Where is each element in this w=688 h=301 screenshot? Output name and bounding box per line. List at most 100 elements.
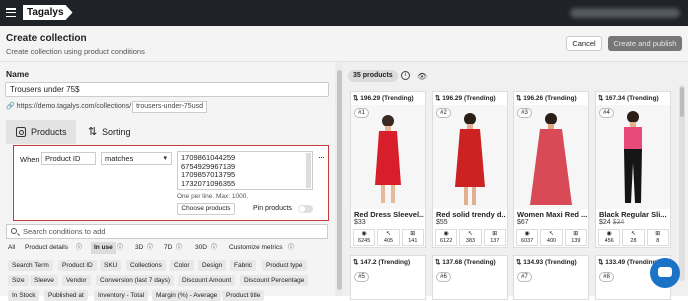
menu-icon[interactable]	[6, 8, 16, 18]
create-and-publish-button[interactable]: Create and publish	[608, 36, 682, 51]
filter-3d[interactable]: 3D	[135, 242, 143, 254]
cancel-button[interactable]: Cancel	[566, 36, 602, 51]
clicks-stat: ↖ 28	[622, 229, 645, 246]
product-card[interactable]: ⇅ 167.34 (Trending) #4 Black Regular Sli…	[595, 91, 671, 248]
trending-score-value: 167.34 (Trending)	[605, 95, 659, 102]
ids-hint: One per line. Max: 1000.	[177, 193, 249, 200]
product-card[interactable]: ⇅ 137.68 (Trending) #6	[432, 255, 508, 300]
filter-product-details[interactable]: Product details	[25, 242, 68, 254]
cursor-icon: ↖	[548, 231, 554, 237]
preview-scrollbar[interactable]	[679, 85, 685, 281]
condition-chip[interactable]: Search Term	[8, 260, 53, 271]
when-label: When	[20, 155, 40, 164]
page-subtitle: Create collection using product conditio…	[6, 47, 145, 56]
search-conditions-input[interactable]: Search conditions to add	[6, 224, 328, 239]
textarea-scrollbar[interactable]	[306, 153, 311, 188]
product-card[interactable]: ⇅ 196.29 (Trending) #2 Red solid trendy …	[432, 91, 508, 248]
product-preview-panel: 35 products i 👁 ⇅ 196.29 (Trending) #1 R…	[343, 62, 688, 300]
condition-chip[interactable]: Design	[198, 260, 227, 271]
filter-7d[interactable]: 7D	[164, 242, 172, 254]
account-name-blurred[interactable]	[570, 8, 680, 18]
tab-products[interactable]: Products	[6, 120, 76, 144]
trending-score: ⇅ 196.26 (Trending)	[516, 94, 577, 102]
filter-in-use[interactable]: In use	[91, 242, 116, 254]
info-icon[interactable]: ⓘ	[288, 242, 294, 254]
more-options-icon[interactable]: ···	[318, 152, 325, 162]
trending-score: ⇅ 134.93 (Trending)	[516, 258, 577, 266]
form-scroll-thumb[interactable]	[336, 70, 342, 290]
product-price: $55	[436, 219, 448, 226]
form-scrollbar[interactable]	[335, 62, 343, 296]
price-value: $24	[599, 219, 611, 226]
carts-stat: ⊞ 8	[646, 229, 669, 246]
carts-count: 137	[490, 238, 500, 244]
eye-icon: ◉	[524, 231, 530, 237]
product-ids-textarea[interactable]: 1709861044259 6754929967139 170985701379…	[177, 151, 313, 190]
tab-products-label: Products	[31, 127, 67, 137]
product-card[interactable]: ⇅ 196.29 (Trending) #1 Red Dress Sleevel…	[350, 91, 426, 248]
condition-operator-select[interactable]: matches ▾	[101, 152, 172, 165]
url-slug-input[interactable]: trousers-under-75usd	[132, 101, 207, 113]
condition-chip[interactable]: Product type	[262, 260, 307, 271]
carts-stat: ⊞ 141	[401, 229, 424, 246]
tab-sorting[interactable]: ⇅ Sorting	[88, 120, 131, 144]
products-icon	[16, 127, 26, 137]
trending-score: ⇅ 137.68 (Trending)	[435, 258, 496, 266]
condition-chip[interactable]: Collections	[126, 260, 166, 271]
product-image	[433, 105, 507, 209]
condition-chip[interactable]: Product ID	[58, 260, 97, 271]
info-icon[interactable]: ⓘ	[211, 242, 217, 254]
condition-chip[interactable]: Size	[8, 275, 29, 286]
product-name: Women Maxi Red ...	[517, 210, 587, 219]
info-icon[interactable]: ⓘ	[117, 242, 123, 254]
condition-chip[interactable]: Color	[170, 260, 194, 271]
pin-products-toggle[interactable]	[298, 205, 313, 213]
price-value: $55	[436, 219, 448, 226]
product-id-line: 1732071096355	[181, 178, 236, 188]
eye-icon: ◉	[443, 231, 449, 237]
clicks-count: 400	[546, 238, 557, 244]
carts-count: 8	[656, 238, 660, 244]
position-badge: #7	[517, 272, 532, 282]
filter-30d[interactable]: 30D	[195, 242, 207, 254]
app-logo[interactable]: Tagalys	[23, 5, 73, 20]
sort-arrows-icon: ⇅	[88, 126, 98, 138]
position-badge: #8	[599, 272, 614, 282]
original-price: $34	[612, 219, 625, 226]
cart-icon: ⊞	[655, 231, 661, 237]
info-icon[interactable]: ⓘ	[176, 242, 182, 254]
condition-chip[interactable]: Fabric	[230, 260, 257, 271]
search-placeholder: Search conditions to add	[23, 227, 106, 236]
info-icon[interactable]: i	[401, 71, 410, 80]
chat-bubble-icon[interactable]	[650, 258, 680, 288]
condition-chip[interactable]: Vendor	[62, 275, 91, 286]
trending-score: ⇅ 196.29 (Trending)	[353, 94, 414, 102]
product-stats: ◉ 6122 ↖ 383 ⊞ 137	[435, 229, 506, 246]
product-price: $24 $34	[599, 219, 624, 226]
condition-field-select[interactable]: Product ID	[41, 152, 96, 165]
eye-icon[interactable]: 👁	[417, 72, 427, 81]
product-count-badge: 35 products	[348, 70, 398, 82]
chevron-down-icon: ▾	[163, 155, 167, 162]
product-stats: ◉ 6245 ↖ 405 ⊞ 141	[353, 229, 424, 246]
name-label: Name	[6, 69, 30, 79]
name-input[interactable]: Trousers under 75$	[5, 82, 329, 97]
info-icon[interactable]: ⓘ	[76, 242, 82, 254]
views-stat: ◉ 6122	[435, 229, 458, 246]
clicks-count: 383	[465, 238, 476, 244]
trending-score-value: 196.26 (Trending)	[523, 95, 577, 102]
info-icon[interactable]: ⓘ	[147, 242, 153, 254]
pin-products-label: Pin products	[253, 205, 292, 212]
top-bar: Tagalys	[0, 0, 688, 26]
product-card[interactable]: ⇅ 147.2 (Trending) #5	[350, 255, 426, 300]
product-card[interactable]: ⇅ 134.93 (Trending) #7	[513, 255, 589, 300]
product-card[interactable]: ⇅ 196.26 (Trending) #3 Women Maxi Red ..…	[513, 91, 589, 248]
condition-chip[interactable]: Sleeve	[30, 275, 58, 286]
condition-chip[interactable]: Conversion (last 7 days)	[96, 275, 175, 286]
filter-all[interactable]: All	[8, 242, 15, 254]
condition-chip[interactable]: Discount Amount	[178, 275, 236, 286]
condition-chip[interactable]: Discount Percentage	[240, 275, 309, 286]
customize-metrics-link[interactable]: Customize metrics	[229, 242, 282, 254]
choose-products-button[interactable]: Choose products	[177, 203, 235, 215]
condition-chip[interactable]: SKU	[100, 260, 122, 271]
